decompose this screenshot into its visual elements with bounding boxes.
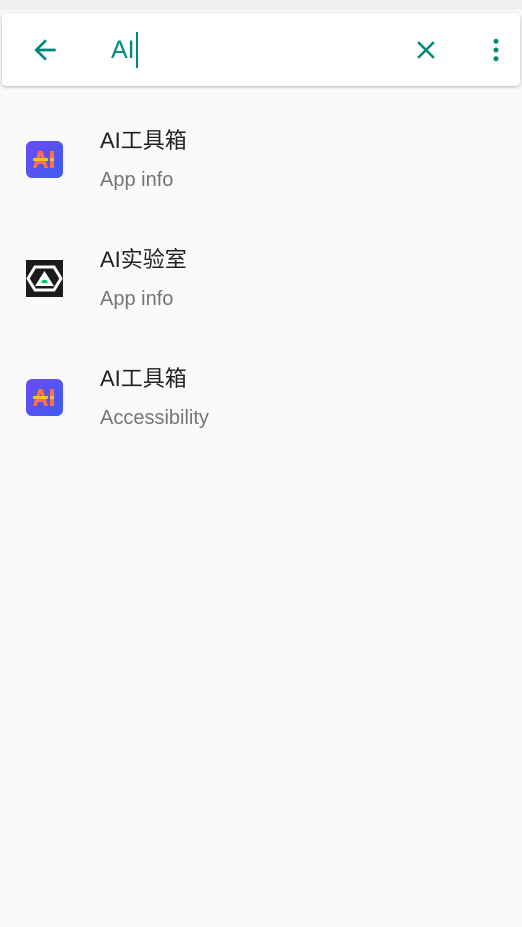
result-title: AI工具箱: [100, 128, 187, 153]
more-options-button[interactable]: [472, 25, 520, 75]
clear-search-button[interactable]: [401, 25, 451, 75]
arrow-left-icon: [34, 39, 56, 61]
result-subtitle: App info: [100, 169, 174, 191]
result-title: AI工具箱: [100, 366, 187, 391]
close-icon: [417, 41, 435, 59]
search-bar: AI: [2, 13, 520, 86]
list-item[interactable]: AI工具箱 App info: [0, 102, 522, 221]
result-title: AI实验室: [100, 247, 187, 272]
settings-search-screen: AI AI工具箱 App info AI实验室 App info AI工具箱 A…: [0, 0, 522, 927]
list-item[interactable]: AI工具箱 Accessibility: [0, 340, 522, 459]
result-subtitle: App info: [100, 288, 174, 310]
text-cursor: [135, 32, 138, 68]
search-input[interactable]: AI: [111, 31, 381, 69]
more-vert-icon: [493, 38, 499, 62]
list-item[interactable]: AI实验室 App info: [0, 221, 522, 340]
search-results-list: AI工具箱 App info AI实验室 App info AI工具箱 Acce…: [0, 102, 522, 459]
search-query-text: AI: [111, 36, 135, 64]
ai-lab-app-icon: [26, 260, 63, 297]
ai-toolbox-app-icon: [26, 141, 63, 178]
back-button[interactable]: [20, 25, 70, 75]
ai-toolbox-app-icon: [26, 379, 63, 416]
status-bar-area: [0, 0, 522, 10]
result-subtitle: Accessibility: [100, 407, 209, 429]
